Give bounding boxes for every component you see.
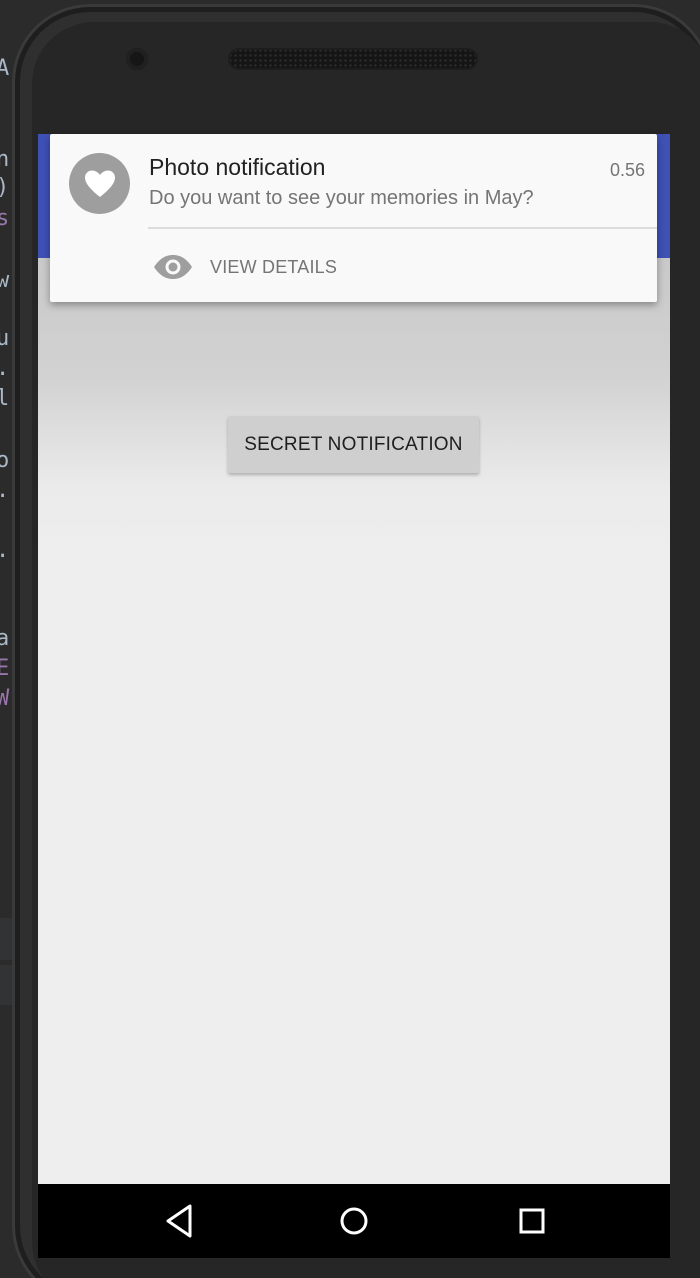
secret-notification-button[interactable]: SECRET NOTIFICATION [228,416,479,473]
editor-glyph: E [0,656,10,681]
editor-glyph: . [0,540,9,562]
editor-glyph: ) [0,177,9,199]
back-triangle-icon[interactable] [156,1198,202,1244]
editor-glyph: o [0,448,10,473]
front-camera [126,48,148,70]
view-details-label: VIEW DETAILS [210,257,338,277]
eye-icon [154,255,192,279]
recents-square-icon[interactable] [509,1198,555,1244]
editor-glyph: l [0,386,10,411]
notification-card[interactable]: Photo notification 0.56 Do you want to s… [50,134,657,302]
app-content: SECRET NOTIFICATION [38,258,670,1184]
editor-glyph: A [0,56,10,81]
emulator-window: A n ) s w u . l o . . a E W SECRET NOTIF… [0,0,700,1278]
editor-glyph: . [0,358,9,380]
notification-text: Do you want to see your memories in May? [149,187,534,209]
earpiece-speaker [228,48,478,70]
editor-glyph: a [0,626,10,651]
notification-divider [148,227,657,229]
notification-title: Photo notification [149,154,326,180]
navigation-bar [38,1184,670,1258]
editor-glyph: w [0,268,10,293]
notification-time: 0.56 [609,160,645,180]
editor-glyph: W [0,686,10,711]
home-circle-icon[interactable] [331,1198,377,1244]
phone-screen: SECRET NOTIFICATION [38,134,670,1258]
heart-icon [69,153,130,214]
editor-glyph: . [0,480,9,502]
editor-glyph: n [0,147,10,172]
view-details-action[interactable]: VIEW DETAILS [150,244,370,290]
editor-glyph: u [0,326,10,351]
editor-glyph: s [0,206,10,231]
